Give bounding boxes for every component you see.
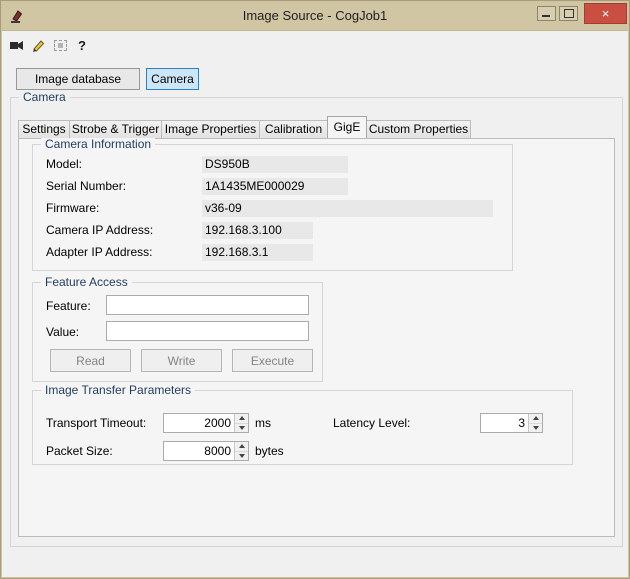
- transport-timeout-unit: ms: [255, 416, 271, 430]
- feature-input[interactable]: [106, 295, 309, 315]
- execute-button[interactable]: Execute: [232, 349, 313, 372]
- feature-access-label: Feature Access: [41, 275, 132, 290]
- camera-ip-label: Camera IP Address:: [46, 223, 154, 237]
- title-bar[interactable]: Image Source - CogJob1 ×: [2, 2, 628, 31]
- tab-strobe-trigger[interactable]: Strobe & Trigger: [69, 120, 162, 138]
- camera-ip-value: 192.168.3.100: [202, 222, 313, 239]
- transport-timeout-input[interactable]: [164, 414, 234, 432]
- feature-label: Feature:: [46, 299, 91, 313]
- window-title: Image Source - CogJob1: [242, 8, 388, 23]
- camera-acquire-icon[interactable]: [8, 36, 26, 54]
- transport-timeout-spin-down[interactable]: [235, 422, 248, 432]
- toolbar: ?: [2, 32, 628, 58]
- latency-level-spin-down[interactable]: [529, 422, 542, 432]
- latency-level-spin-buttons: [528, 414, 542, 432]
- read-button[interactable]: Read: [50, 349, 131, 372]
- maximize-button[interactable]: [559, 6, 578, 21]
- firmware-label: Firmware:: [46, 201, 100, 215]
- transport-timeout-spin-buttons: [234, 414, 248, 432]
- adapter-ip-value: 192.168.3.1: [202, 244, 313, 261]
- image-source-window: Image Source - CogJob1 × ? Image databas…: [0, 0, 630, 579]
- minimize-button[interactable]: [537, 6, 556, 21]
- tab-settings[interactable]: Settings: [18, 120, 70, 138]
- serial-number-label: Serial Number:: [46, 179, 127, 193]
- packet-size-unit: bytes: [255, 444, 284, 458]
- close-button[interactable]: ×: [584, 3, 627, 24]
- packet-size-spin-buttons: [234, 442, 248, 460]
- tab-image-properties[interactable]: Image Properties: [161, 120, 260, 138]
- serial-number-value: 1A1435ME000029: [202, 178, 348, 195]
- model-value: DS950B: [202, 156, 348, 173]
- transport-timeout-spin-up[interactable]: [235, 414, 248, 423]
- latency-level-label: Latency Level:: [333, 416, 411, 430]
- latency-level-spinner: [480, 413, 543, 433]
- tab-calibration[interactable]: Calibration: [259, 120, 328, 138]
- write-button[interactable]: Write: [141, 349, 222, 372]
- latency-level-input[interactable]: [481, 414, 528, 432]
- packet-size-spinner: [163, 441, 249, 461]
- image-database-button[interactable]: Image database: [16, 68, 140, 90]
- tab-custom-properties[interactable]: Custom Properties: [366, 120, 471, 138]
- setup-pen-icon[interactable]: [29, 36, 47, 54]
- adapter-ip-label: Adapter IP Address:: [46, 245, 153, 259]
- packet-size-input[interactable]: [164, 442, 234, 460]
- live-display-glyph: [53, 39, 67, 51]
- packet-size-spin-down[interactable]: [235, 450, 248, 460]
- packet-size-spin-up[interactable]: [235, 442, 248, 451]
- help-icon[interactable]: ?: [73, 36, 91, 54]
- model-label: Model:: [46, 157, 83, 171]
- transport-timeout-spinner: [163, 413, 249, 433]
- camera-tabstrip: Settings Strobe & Trigger Image Properti…: [18, 116, 471, 138]
- firmware-value: v36-09: [202, 200, 493, 217]
- tab-gige[interactable]: GigE: [327, 116, 367, 138]
- latency-level-spin-up[interactable]: [529, 414, 542, 423]
- camera-button[interactable]: Camera: [146, 68, 199, 90]
- packet-size-label: Packet Size:: [46, 444, 113, 458]
- value-label: Value:: [46, 325, 80, 339]
- camera-group-label: Camera: [19, 90, 70, 105]
- camera-information-label: Camera Information: [41, 137, 156, 152]
- image-transfer-label: Image Transfer Parameters: [41, 383, 196, 398]
- live-display-icon[interactable]: [51, 36, 69, 54]
- value-input[interactable]: [106, 321, 309, 341]
- transport-timeout-label: Transport Timeout:: [46, 416, 147, 430]
